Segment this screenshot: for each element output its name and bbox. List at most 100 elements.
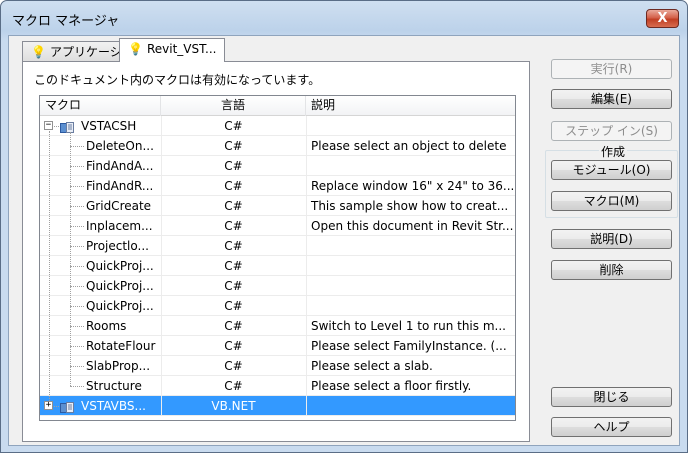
macro-name-cell: − VSTACSH [40,116,161,136]
tree-macro-row[interactable]: DeleteOn... C# Please select an object to … [40,136,515,156]
column-divider [161,116,162,416]
description-cell [306,276,515,296]
macro-name-cell: Inplacem... [40,216,161,236]
description-button[interactable]: 説明(D) [551,229,672,249]
tree-macro-row[interactable]: RotateFlour C# Please select FamilyInstanc… [40,336,515,356]
macro-name: FindAndA... [86,159,154,173]
language-cell: C# [224,159,243,173]
tree-macro-row[interactable]: QuickProj... C# [40,256,515,276]
help-button[interactable]: ヘルプ [551,417,672,437]
tree-connector [70,166,84,167]
project-icon [60,120,74,133]
description-cell [306,296,515,316]
dialog-client-area: 💡 アプリケーション 💡 Revit_VST... このドキュメント内のマクロは有効… [8,35,680,446]
macro-name: RotateFlour [86,339,156,353]
language-cell: C# [224,339,243,353]
description-cell: This sample show how to creat... [311,199,509,213]
tree-connector [70,246,84,247]
language-cell: C# [224,359,243,373]
macro-name: DeleteOn... [86,139,154,153]
tab-panel: このドキュメント内のマクロは有効になっています。 マクロ 言語 説明 − VSTA… [22,61,530,442]
language-cell: C# [224,379,243,393]
tab-revit-vst[interactable]: 💡 Revit_VST... [119,38,226,62]
title-bar: マクロ マネージャ X [1,1,687,35]
close-button[interactable]: 閉じる [551,387,672,407]
tree-connector [70,346,84,347]
tree-connector [70,206,84,207]
column-header-language[interactable]: 言語 [161,96,306,116]
description-cell [306,116,515,136]
tree-macro-row[interactable]: QuickProj... C# [40,276,515,296]
macro-name: QuickProj... [86,279,154,293]
language-cell: VB.NET [211,399,256,413]
macro-name-cell: FindAndA... [40,156,161,176]
description-cell [306,236,515,256]
tree-connector [70,146,84,147]
tree-project-row[interactable]: − VSTACSH C# [40,116,515,136]
tree-connector [70,366,84,367]
tree-macro-row[interactable]: FindAndR... C# Replace window 16" x 24" to… [40,176,515,196]
language-cell: C# [224,279,243,293]
bulb-icon: 💡 [31,45,46,59]
column-header-description[interactable]: 説明 [306,96,515,116]
language-cell: C# [224,179,243,193]
tree-macro-row[interactable]: Projectlo... C# [40,236,515,256]
row-divider [40,415,515,416]
language-cell: C# [224,219,243,233]
language-cell: C# [224,319,243,333]
tree-connector [70,306,84,307]
description-cell: Please select an object to delete [311,139,507,153]
tree-macro-row[interactable]: Inplacem... C# Open this document in Revit… [40,216,515,236]
tree-macro-row[interactable]: Rooms C# Switch to Level 1 to run this m..… [40,316,515,336]
tree-connector [70,266,84,267]
description-cell: Switch to Level 1 to run this m... [311,319,506,333]
description-cell: Please select FamilyInstance. (... [311,339,507,353]
tree-project-row[interactable]: + VSTAVBS... VB.NET [40,396,515,416]
macro-name: QuickProj... [86,259,154,273]
macro-name: FindAndR... [86,179,154,193]
description-cell [306,156,515,176]
create-group-label: 作成 [599,143,628,160]
language-cell: C# [224,139,243,153]
tree-macro-row[interactable]: FindAndA... C# [40,156,515,176]
tree-connector [54,406,59,407]
project-icon [60,400,74,413]
macro-name: Inplacem... [86,219,153,233]
project-name: VSTAVBS... [81,399,146,413]
description-cell: Please select a slab. [311,359,433,373]
tree-macro-row[interactable]: SlabProp... C# Please select a slab. [40,356,515,376]
tree-macro-row[interactable]: Structure C# Please select a floor firstly… [40,376,515,396]
edit-button[interactable]: 編集(E) [551,89,672,109]
run-button[interactable]: 実行(R) [551,59,672,79]
description-cell [306,396,515,416]
tab-label: Revit_VST... [146,42,217,56]
macro-name: Structure [86,379,142,393]
delete-button[interactable]: 削除 [551,260,672,280]
language-cell: C# [224,259,243,273]
description-cell: Open this document in Revit Str... [311,219,514,233]
step-in-button[interactable]: ステップ イン(S) [551,121,672,141]
language-cell: C# [224,119,243,133]
column-divider [306,116,307,416]
tree-connector [70,226,84,227]
macro-name: GridCreate [86,199,152,213]
create-module-button[interactable]: モジュール(O) [551,160,672,180]
tree-connector [70,326,84,327]
description-cell: Replace window 16" x 24" to 36... [311,179,515,193]
create-macro-button[interactable]: マクロ(M) [551,191,672,211]
expand-icon[interactable]: + [44,401,53,410]
macro-name-cell: Structure [40,376,161,396]
column-header-macro[interactable]: マクロ [40,96,161,116]
collapse-icon[interactable]: − [44,121,53,130]
macro-name-cell: GridCreate [40,196,161,216]
tree-connector [54,126,59,127]
tree-macro-row[interactable]: QuickProj... C# [40,296,515,316]
macro-tree-grid[interactable]: マクロ 言語 説明 − VSTACSH C# DeleteOn... C# Please … [39,95,516,421]
language-cell: C# [224,199,243,213]
tree-macro-row[interactable]: GridCreate C# This sample show how to crea… [40,196,515,216]
project-name: VSTACSH [81,119,137,133]
macro-name-cell: RotateFlour [40,336,161,356]
close-window-button[interactable]: X [646,9,679,28]
bulb-icon: 💡 [128,42,143,56]
macro-name-cell: QuickProj... [40,256,161,276]
